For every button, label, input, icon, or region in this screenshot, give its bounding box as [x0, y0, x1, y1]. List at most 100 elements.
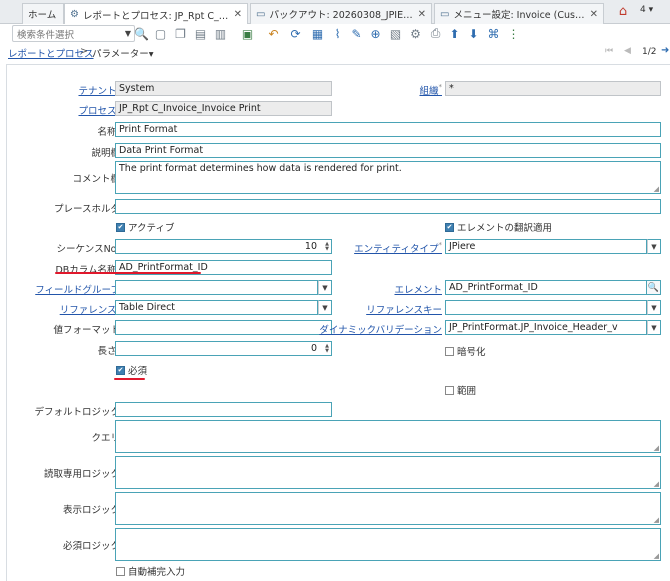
close-icon[interactable]: ✕	[590, 9, 598, 20]
query-textarea[interactable]: ◢	[115, 420, 661, 453]
resize-handle-icon[interactable]: ◢	[654, 480, 659, 488]
delete-icon[interactable]: ▥	[213, 26, 228, 41]
spinner-icon[interactable]: ▲ ▼	[323, 342, 331, 355]
sequence-field[interactable]: 10	[115, 239, 332, 254]
org-label[interactable]: 組織*	[419, 83, 442, 97]
tab-report-process[interactable]: ⚙ レポートとプロセス: JP_Rpt C_Invoice... ✕	[64, 3, 248, 25]
resize-handle-icon[interactable]: ◢	[654, 185, 659, 193]
value-format-field[interactable]	[115, 320, 332, 335]
tab-count[interactable]: 4 ▾	[640, 5, 653, 15]
resize-handle-icon[interactable]: ◢	[654, 516, 659, 524]
window-icon: ▭	[440, 8, 450, 20]
dynamic-validation-select[interactable]: JP_PrintFormat.JP_Invoice_Header_v	[445, 320, 647, 335]
history-icon[interactable]: ▦	[310, 26, 325, 41]
search-icon[interactable]: 🔍	[134, 26, 149, 41]
comment-text: The print format determines how data is …	[119, 163, 402, 174]
autofill-checkbox-label: 自動補完入力	[128, 567, 186, 578]
chevron-down-icon[interactable]: ▼	[647, 300, 661, 315]
home-icon[interactable]: ⌂	[615, 4, 631, 20]
reference-select[interactable]: Table Direct	[115, 300, 318, 315]
next-record-icon[interactable]: ➜	[661, 45, 669, 56]
entity-type-select[interactable]: JPiere	[445, 239, 647, 254]
range-checkbox[interactable]: 範囲	[445, 383, 476, 397]
undo-icon[interactable]: ↶	[266, 26, 281, 41]
sequence-label: シーケンスNo*	[57, 241, 120, 255]
report-icon[interactable]: ▧	[388, 26, 403, 41]
gear-icon: ⚙	[70, 9, 79, 20]
tab-home-label: ホーム	[28, 10, 57, 21]
translation-checkbox-label: エレメントの翻訳適用	[457, 223, 553, 234]
autofill-checkbox[interactable]: 自動補完入力	[116, 564, 185, 578]
chevron-down-icon: ▼	[124, 29, 131, 38]
spinner-icon[interactable]: ▲ ▼	[323, 240, 331, 253]
zoom-icon[interactable]: ⊕	[368, 26, 383, 41]
mandatory-logic-textarea[interactable]: ◢	[115, 528, 661, 561]
more-icon[interactable]: ⋮	[506, 26, 521, 41]
process-label[interactable]: プロセス*	[78, 103, 120, 117]
active-checkbox[interactable]: ✔ アクティブ	[116, 220, 174, 234]
default-logic-field[interactable]	[115, 402, 332, 417]
checkmark-icon: ✔	[116, 365, 125, 375]
element-field[interactable]: AD_PrintFormat_ID	[445, 280, 647, 295]
tab-packout[interactable]: ▭ パックアウト: 20260308_JPIERE-0655 ✕	[250, 3, 432, 24]
archive-icon[interactable]: ▣	[240, 26, 255, 41]
reference-key-label[interactable]: リファレンスキー	[366, 302, 442, 316]
close-icon[interactable]: ✕	[234, 9, 242, 20]
encrypted-checkbox[interactable]: 暗号化	[445, 344, 486, 358]
required-mark: *	[438, 83, 443, 91]
attachment-icon[interactable]: ⌇	[330, 26, 345, 41]
chevron-down-icon[interactable]: ▼	[318, 300, 332, 315]
org-label-text: 組織	[419, 86, 439, 97]
name-field[interactable]: Print Format	[115, 122, 661, 137]
search-icon[interactable]: 🔍	[647, 280, 661, 295]
new-record-icon[interactable]: ▢	[153, 26, 168, 41]
refresh-icon[interactable]: ⟳	[288, 26, 303, 41]
comment-label: コメント欄	[72, 174, 120, 185]
breadcrumb-separator: >	[80, 46, 88, 57]
element-label[interactable]: エレメント	[394, 282, 442, 296]
display-logic-textarea[interactable]: ◢	[115, 492, 661, 525]
print-icon[interactable]: ⎙	[428, 26, 443, 41]
chevron-down-icon[interactable]: ▼	[318, 280, 332, 295]
chevron-down-icon[interactable]: ▼	[647, 320, 661, 335]
resize-handle-icon[interactable]: ◢	[654, 552, 659, 560]
comment-textarea[interactable]: The print format determines how data is …	[115, 161, 661, 194]
encrypted-checkbox-label: 暗号化	[457, 347, 486, 358]
previous-record-icon[interactable]: ◀	[624, 46, 631, 56]
mandatory-checkbox[interactable]: ✔ 必須	[116, 363, 147, 377]
resize-handle-icon[interactable]: ◢	[654, 444, 659, 452]
down-arrow-icon[interactable]: ⬇	[466, 26, 481, 41]
search-query-select[interactable]: 検索条件選択 ▼	[12, 25, 135, 42]
first-record-icon[interactable]: ⏮	[605, 46, 613, 56]
save-icon[interactable]: ▤	[193, 26, 208, 41]
reference-label[interactable]: リファレンス*	[60, 302, 120, 316]
tab-count-label: 4	[640, 5, 646, 15]
process-label-text: プロセス	[78, 106, 117, 117]
copy-icon[interactable]: ❐	[173, 26, 188, 41]
reference-key-select[interactable]	[445, 300, 647, 315]
description-field[interactable]: Data Print Format	[115, 143, 661, 158]
length-field[interactable]: 0	[115, 341, 332, 356]
readonly-logic-textarea[interactable]: ◢	[115, 456, 661, 489]
entity-type-label[interactable]: エンティティタイプ*	[354, 241, 442, 255]
active-checkbox-label: アクティブ	[128, 223, 175, 234]
close-icon[interactable]: ✕	[418, 9, 426, 20]
translation-checkbox[interactable]: ✔ エレメントの翻訳適用	[445, 220, 552, 234]
chevron-down-icon[interactable]: ▼	[647, 239, 661, 254]
field-group-label[interactable]: フィールドグループ	[35, 282, 120, 296]
dynamic-validation-label[interactable]: ダイナミックバリデーション	[319, 322, 442, 336]
process-icon[interactable]: ⚙	[408, 26, 423, 41]
field-group-select[interactable]	[115, 280, 318, 295]
range-checkbox-label: 範囲	[457, 386, 477, 397]
tenant-label[interactable]: テナント*	[78, 83, 120, 97]
placeholder-field[interactable]	[115, 199, 661, 214]
tab-menu-setting[interactable]: ▭ メニュー設定: Invoice (Customer) ... ✕	[434, 3, 604, 24]
up-arrow-icon[interactable]: ⬆	[447, 26, 462, 41]
breadcrumb-current[interactable]: パラメーター▾	[92, 46, 153, 60]
placeholder-label: プレースホルダ	[53, 204, 120, 215]
tab-home[interactable]: ホーム	[22, 3, 64, 24]
process-field: JP_Rpt C_Invoice_Invoice Print	[115, 101, 332, 116]
tab-packout-label: パックアウト: 20260308_JPIERE-0655	[269, 10, 414, 21]
chat-icon[interactable]: ✎	[349, 26, 364, 41]
link-icon[interactable]: ⌘	[486, 26, 501, 41]
